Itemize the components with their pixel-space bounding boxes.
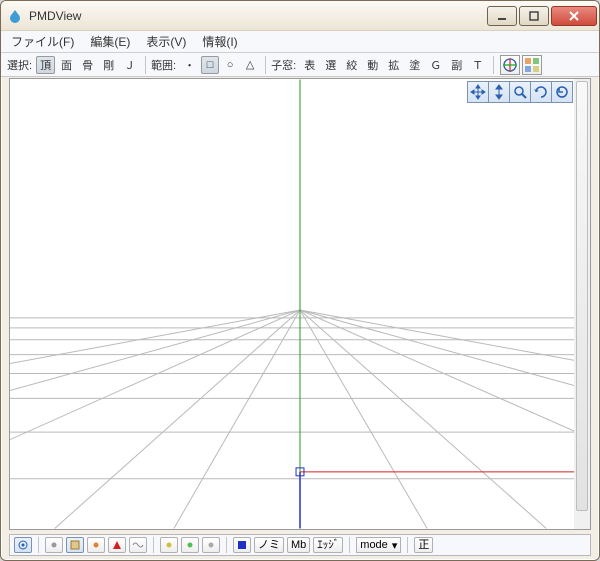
reset-button[interactable] — [551, 81, 573, 103]
3d-viewport[interactable] — [9, 78, 591, 530]
titlebar[interactable]: PMDView — [1, 1, 599, 31]
range-circle-button[interactable]: ○ — [221, 56, 239, 74]
pan-xy-button[interactable] — [467, 81, 489, 103]
range-rect-button[interactable]: □ — [201, 56, 219, 74]
close-button[interactable] — [551, 6, 597, 26]
sb-wave-icon[interactable] — [129, 537, 147, 553]
cw-move-button[interactable]: 動 — [363, 56, 382, 74]
sb-dot-green-icon[interactable] — [181, 537, 199, 553]
cw-show-button[interactable]: 表 — [300, 56, 319, 74]
statusbar: ノミ Mb ｴｯｼﾞ mode ▾ 正 — [9, 534, 591, 556]
cw-scale-button[interactable]: 拡 — [384, 56, 403, 74]
select-j-button[interactable]: Ｊ — [120, 56, 139, 74]
select-label: 選択: — [7, 57, 32, 73]
menu-edit[interactable]: 編集(E) — [90, 33, 130, 50]
sb-square-blue-icon[interactable] — [233, 537, 251, 553]
vertical-scrollbar[interactable] — [574, 79, 590, 529]
sb-point-orange-icon[interactable] — [87, 537, 105, 553]
cw-narrow-button[interactable]: 絞 — [342, 56, 361, 74]
sb-mb-button[interactable]: Mb — [287, 537, 310, 553]
scrollbar-thumb[interactable] — [576, 81, 588, 511]
cw-select-button[interactable]: 選 — [321, 56, 340, 74]
childwin-label: 子窓: — [271, 57, 296, 73]
cw-paint-button[interactable]: 塗 — [405, 56, 424, 74]
viewport-float-toolbar — [468, 81, 573, 103]
menu-info[interactable]: 情報(I) — [202, 33, 237, 50]
cw-t-button[interactable]: Ｔ — [468, 56, 487, 74]
sb-point-gray-icon[interactable] — [45, 537, 63, 553]
range-dot-button[interactable]: ・ — [180, 56, 199, 74]
minimize-button[interactable] — [487, 6, 517, 26]
sb-dot-gray2-icon[interactable] — [202, 537, 220, 553]
sb-box-icon[interactable] — [66, 537, 84, 553]
grid-canvas — [10, 79, 590, 529]
window-title: PMDView — [29, 9, 485, 23]
select-face-button[interactable]: 面 — [57, 56, 76, 74]
mode-dropdown[interactable]: mode ▾ — [356, 537, 401, 553]
menu-file[interactable]: ファイル(F) — [11, 33, 74, 50]
sb-front-button[interactable]: 正 — [414, 537, 433, 553]
range-tri-button[interactable]: △ — [241, 56, 259, 74]
axis-indicator-icon[interactable] — [500, 55, 520, 75]
menu-view[interactable]: 表示(V) — [146, 33, 186, 50]
chevron-down-icon: ▾ — [392, 539, 398, 552]
cw-sub-button[interactable]: 副 — [447, 56, 466, 74]
orbit-button[interactable] — [530, 81, 552, 103]
cw-g-button[interactable]: Ｇ — [426, 56, 445, 74]
sb-nomi-button[interactable]: ノミ — [254, 537, 284, 553]
pan-z-button[interactable] — [488, 81, 510, 103]
menubar: ファイル(F) 編集(E) 表示(V) 情報(I) — [1, 31, 599, 53]
sb-edge-button[interactable]: ｴｯｼﾞ — [313, 537, 343, 553]
mode-label: mode — [360, 539, 388, 551]
maximize-button[interactable] — [519, 6, 549, 26]
sb-dot-yellow-icon[interactable] — [160, 537, 178, 553]
select-bone-button[interactable]: 骨 — [78, 56, 97, 74]
window-frame: PMDView ファイル(F) 編集(E) 表示(V) 情報(I) 選択: 頂 … — [0, 0, 600, 561]
range-label: 範囲: — [151, 57, 176, 73]
sb-target-icon[interactable] — [14, 537, 32, 553]
app-icon — [7, 8, 23, 24]
select-rigid-button[interactable]: 剛 — [99, 56, 118, 74]
quad-view-icon[interactable] — [522, 55, 542, 75]
sb-tri-red-icon[interactable] — [108, 537, 126, 553]
zoom-button[interactable] — [509, 81, 531, 103]
viewport-container — [9, 78, 591, 530]
toolbar: 選択: 頂 面 骨 剛 Ｊ 範囲: ・ □ ○ △ 子窓: 表 選 絞 動 拡 … — [1, 53, 599, 77]
select-vertex-button[interactable]: 頂 — [36, 56, 55, 74]
